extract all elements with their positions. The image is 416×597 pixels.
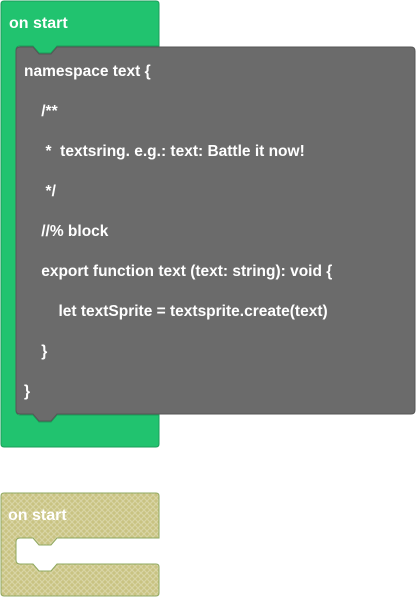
code-line: }	[24, 383, 31, 400]
code-line: }	[24, 343, 48, 360]
code-line: namespace text {	[24, 63, 151, 80]
on-start-label: on start	[9, 15, 68, 32]
code-line: * textsring. e.g.: text: Battle it now!	[24, 143, 305, 160]
code-line: //% block	[24, 223, 109, 240]
code-line: */	[24, 183, 56, 200]
code-line: export function text (text: string): voi…	[24, 263, 333, 280]
code-line: let textSprite = textsprite.create(text)	[24, 303, 328, 320]
code-line: /**	[24, 103, 58, 120]
on-start-disabled-label: on start	[8, 507, 67, 524]
